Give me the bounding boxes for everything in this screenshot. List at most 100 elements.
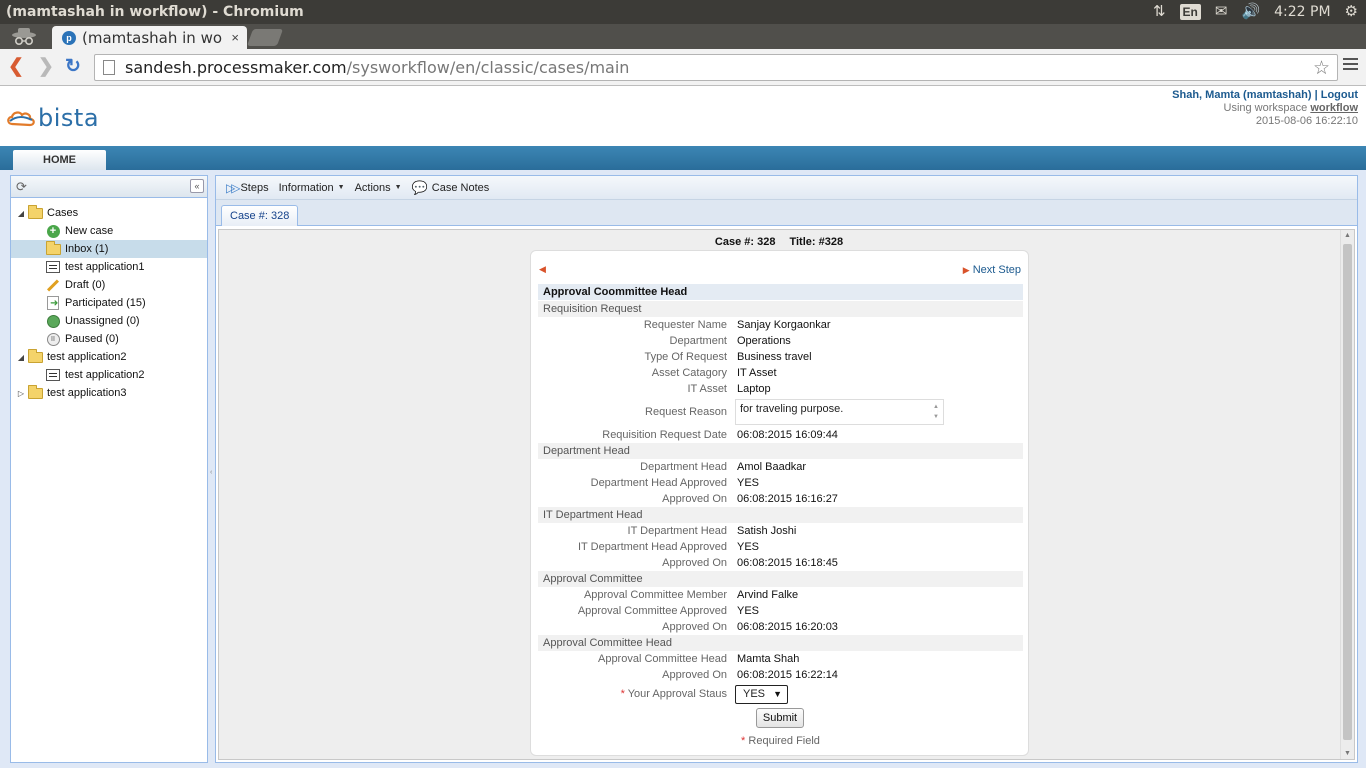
paused-icon: II	[45, 332, 61, 346]
browser-tab-active[interactable]: p (mamtashah in wo ×	[52, 26, 247, 49]
row-request-reason: Request Reason for traveling purpose. ▲ ▼	[538, 399, 1023, 425]
tree-node-label: Unassigned (0)	[65, 315, 140, 327]
tree-node-label: Inbox (1)	[65, 243, 109, 255]
scroll-thumb[interactable]	[1343, 244, 1352, 740]
field-label: Approved On	[662, 557, 727, 569]
back-arrow-icon[interactable]: ❮	[8, 57, 24, 77]
tab-case[interactable]: Case #: 328	[221, 205, 299, 226]
content-scrollbar[interactable]: ▲ ▼	[1340, 230, 1354, 759]
url-path: /sysworkflow/en/classic/cases/main	[346, 58, 630, 77]
select-caret-icon: ▼	[773, 689, 782, 699]
expand-toggle-icon[interactable]: ▷	[15, 389, 27, 398]
steps-button[interactable]: ▷▷ Steps	[226, 181, 269, 195]
tree-node-test-application1[interactable]: test application1	[11, 258, 207, 276]
user-line: Shah, Mamta (mamtashah) | Logout	[1172, 89, 1358, 102]
volume-icon[interactable]: 🔊	[1241, 0, 1260, 24]
field-value: Operations	[737, 335, 791, 347]
os-top-bar: (mamtashah in workflow) - Chromium ⇅ En …	[0, 0, 1366, 24]
case-form-area: Case #: 328 Title: #328 ◀ ▶ Next Step App…	[218, 229, 1355, 760]
clock[interactable]: 4:22 PM	[1274, 4, 1330, 20]
new-tab-button[interactable]	[246, 29, 284, 46]
request-reason-textarea[interactable]: for traveling purpose. ▲ ▼	[735, 399, 944, 425]
network-icon[interactable]: ⇅	[1153, 0, 1166, 24]
case-notes-button[interactable]: 💬 Case Notes	[412, 180, 490, 196]
mail-icon[interactable]: ✉	[1215, 0, 1228, 24]
row-committee-member: Approval Committee Member Arvind Falke	[538, 587, 1023, 603]
case-tab-bar: Case #: 328	[216, 200, 1357, 226]
close-tab-icon[interactable]: ×	[231, 30, 239, 45]
row-requisition-date: Requisition Request Date 06:08:2015 16:09…	[538, 427, 1023, 443]
field-value: Arvind Falke	[737, 589, 799, 601]
new-case-icon: +	[45, 224, 61, 238]
folder-icon	[27, 384, 43, 400]
tree-node-inbox[interactable]: Inbox (1)	[11, 240, 207, 258]
logo-text: bista	[38, 104, 100, 132]
tree-node-paused[interactable]: II Paused (0)	[11, 330, 207, 348]
inbox-icon	[45, 240, 61, 256]
next-step-link[interactable]: ▶ Next Step	[963, 264, 1021, 276]
tree-node-label: test application3	[47, 387, 127, 399]
field-value: YES	[737, 541, 760, 553]
tree-node-cases[interactable]: ◢ Cases	[11, 204, 207, 222]
tree-node-participated[interactable]: Participated (15)	[11, 294, 207, 312]
participated-icon	[45, 296, 61, 310]
tree-node-new-case[interactable]: + New case	[11, 222, 207, 240]
tree-node-test-application3[interactable]: ▷ test application3	[11, 384, 207, 402]
field-label: IT Asset	[687, 383, 727, 395]
browser-menu-icon[interactable]	[1343, 58, 1358, 73]
row-it-department-head-approved: IT Department Head Approved YES	[538, 539, 1023, 555]
address-bar[interactable]: sandesh.processmaker.com/sysworkflow/en/…	[94, 54, 1338, 81]
previous-step-icon[interactable]: ◀	[539, 264, 546, 275]
dynaform: ◀ ▶ Next Step Approval Coommittee Head R…	[530, 250, 1029, 756]
settings-gear-icon[interactable]: ⚙	[1345, 0, 1358, 24]
collapse-panel-icon[interactable]: «	[190, 179, 204, 193]
forward-arrow-icon[interactable]: ❯	[38, 57, 54, 77]
refresh-icon[interactable]: ⟳	[16, 179, 27, 195]
information-menu[interactable]: Information ▼	[279, 182, 345, 194]
field-label: Approved On	[662, 621, 727, 633]
speech-bubble-icon: 💬	[411, 179, 428, 195]
tab-home[interactable]: HOME	[13, 150, 106, 170]
approval-status-select[interactable]: YES ▼	[735, 685, 788, 704]
reload-icon[interactable]: ↻	[65, 57, 81, 77]
cases-tree: ◢ Cases + New case Inbox (1) test applic…	[11, 198, 207, 402]
panel-splitter[interactable]: ‹	[208, 175, 215, 763]
section-approval-committee-head: Approval Committee Head	[538, 635, 1023, 651]
tree-node-test-application2-child[interactable]: test application2	[11, 366, 207, 384]
scroll-down-icon[interactable]: ▼	[1344, 750, 1351, 757]
section-it-department-head: IT Department Head	[538, 507, 1023, 523]
submit-button[interactable]: Submit	[756, 708, 804, 728]
actions-menu[interactable]: Actions ▼	[355, 182, 402, 194]
user-name-link[interactable]: Shah, Mamta (mamtashah)	[1172, 89, 1311, 101]
row-it-asset: IT Asset Laptop	[538, 381, 1023, 397]
logout-link[interactable]: Logout	[1321, 89, 1358, 101]
tree-node-test-application2[interactable]: ◢ test application2	[11, 348, 207, 366]
scroll-up-icon[interactable]: ▲	[1344, 232, 1351, 239]
bookmark-star-icon[interactable]: ☆	[1313, 57, 1330, 80]
textarea-scroll-arrows-icon[interactable]: ▲ ▼	[929, 400, 943, 424]
workspace-link[interactable]: workflow	[1310, 102, 1358, 114]
folder-icon	[27, 348, 43, 364]
row-committee-head-approved-on: Approved On 06:08:2015 16:22:14	[538, 667, 1023, 683]
case-toolbar: ▷▷ Steps Information ▼ Actions ▼ 💬 Case …	[216, 176, 1357, 200]
tree-node-label: test application2	[65, 369, 145, 381]
tree-node-draft[interactable]: Draft (0)	[11, 276, 207, 294]
expand-toggle-icon[interactable]: ◢	[15, 209, 27, 218]
dropdown-caret-icon: ▼	[337, 184, 345, 191]
row-department-approved-on: Approved On 06:08:2015 16:16:27	[538, 491, 1023, 507]
tree-node-label: test application1	[65, 261, 145, 273]
expand-toggle-icon[interactable]: ◢	[15, 353, 27, 362]
url-text[interactable]: sandesh.processmaker.com/sysworkflow/en/…	[125, 58, 629, 77]
cases-tree-panel: ⟳ « ◢ Cases + New case Inbox (1) test ap…	[10, 175, 208, 763]
field-label: Approval Committee Approved	[577, 605, 727, 617]
row-requester-name: Requester Name Sanjay Korgaonkar	[538, 317, 1023, 333]
main-nav-bar: HOME	[0, 146, 1366, 170]
keyboard-layout-indicator[interactable]: En	[1179, 4, 1201, 20]
row-type-of-request: Type Of Request Business travel	[538, 349, 1023, 365]
window-title: (mamtashah in workflow) - Chromium	[6, 4, 304, 20]
field-label: Approved On	[662, 669, 727, 681]
tree-node-unassigned[interactable]: Unassigned (0)	[11, 312, 207, 330]
request-reason-text: for traveling purpose.	[740, 403, 844, 415]
field-value: Business travel	[737, 351, 812, 363]
system-tray: ⇅ En ✉ 🔊 4:22 PM ⚙	[1153, 0, 1366, 24]
